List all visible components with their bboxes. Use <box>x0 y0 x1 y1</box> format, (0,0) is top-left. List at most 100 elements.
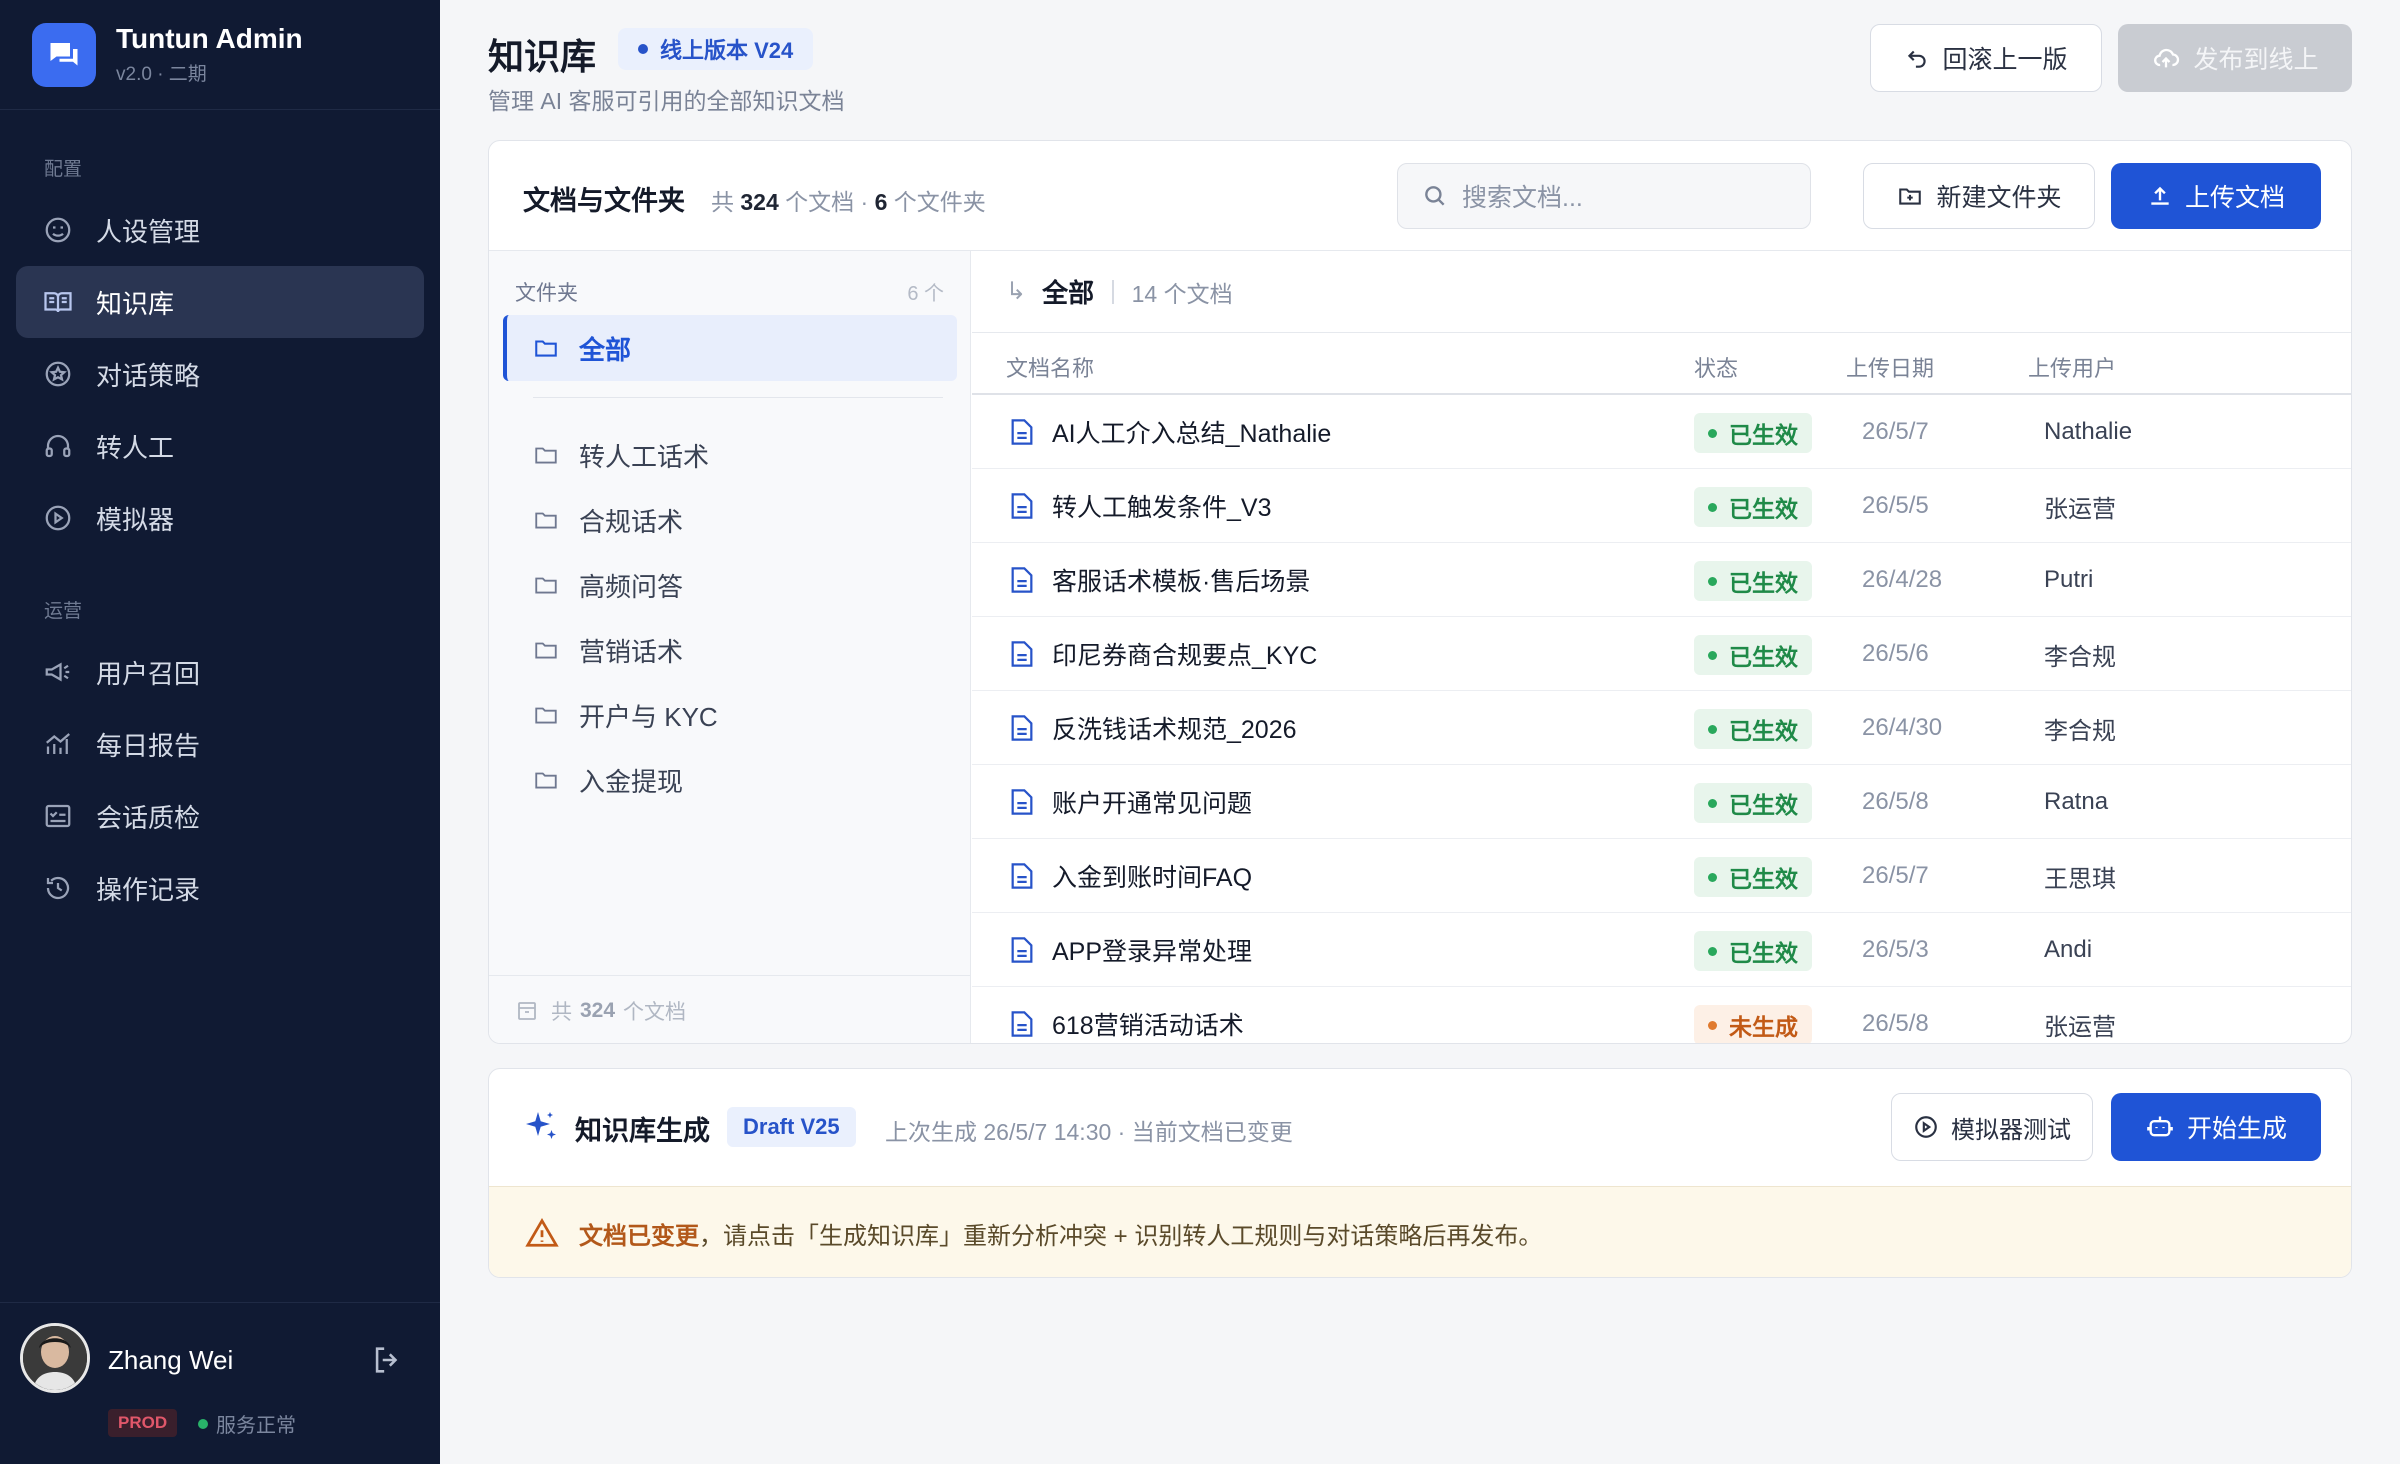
card-count: 共 324 个文档 · 6 个文件夹 <box>711 183 986 217</box>
folder-panel: 文件夹 6 个 全部 转人工话术 合规话术 高频问答 营销话术 开户与 KYC <box>489 251 971 1043</box>
table-header: 文档名称 状态 上传日期 上传用户 <box>972 333 2351 395</box>
sidebar-item-simulator[interactable]: 模拟器 <box>16 482 424 554</box>
folder-label: 全部 <box>579 334 632 365</box>
new-folder-label: 新建文件夹 <box>1936 184 2062 212</box>
column-status[interactable]: 状态 <box>1694 351 1738 383</box>
table-row[interactable]: 反洗钱话术规范_2026 已生效 26/4/30 李合规 <box>972 691 2351 765</box>
upload-date: 26/4/28 <box>1862 566 1943 593</box>
page-subtitle: 管理 AI 客服可引用的全部知识文档 <box>488 88 845 114</box>
status-badge: 已生效 <box>1694 561 1812 601</box>
status-label: 已生效 <box>1729 866 1798 892</box>
folder-item[interactable]: 开户与 KYC <box>503 685 957 745</box>
table-row[interactable]: 入金到账时间FAQ 已生效 26/5/7 王思琪 <box>972 839 2351 913</box>
folder-item[interactable]: 高频问答 <box>503 555 957 615</box>
footer-count: 324 <box>580 998 616 1022</box>
sidebar-item-history[interactable]: 操作记录 <box>16 852 424 924</box>
megaphone-icon <box>42 656 74 688</box>
warning-banner: 文档已变更 ，请点击「生成知识库」重新分析冲突 + 识别转人工规则与对话策略后再… <box>489 1187 2351 1277</box>
status-label: 已生效 <box>1729 496 1798 522</box>
sidebar-item-label: 转人工 <box>96 432 175 463</box>
section-label-ops: 运营 <box>44 601 83 622</box>
sidebar-item-label: 每日报告 <box>96 730 201 761</box>
nav-config: 人设管理 知识库 对话策略 转人工 模拟器 <box>16 194 424 554</box>
folder-item[interactable]: 入金提现 <box>503 750 957 810</box>
column-user[interactable]: 上传用户 <box>2028 351 2116 383</box>
persona-icon <box>42 214 74 246</box>
sidebar-item-daily-report[interactable]: 每日报告 <box>16 708 424 780</box>
env-badge: PROD <box>108 1409 178 1437</box>
sidebar-item-recall[interactable]: 用户召回 <box>16 636 424 708</box>
sidebar-item-label: 人设管理 <box>96 216 201 247</box>
sidebar-item-handoff[interactable]: 转人工 <box>16 410 424 482</box>
status-label: 已生效 <box>1729 940 1798 966</box>
doc-name: 转人工触发条件_V3 <box>1052 494 1272 522</box>
upload-user: 张运营 <box>2044 1013 2116 1041</box>
generation-header: 知识库生成 Draft V25 上次生成 26/5/7 14:30 · 当前文档… <box>489 1069 2351 1187</box>
folder-count: 6 <box>874 189 888 215</box>
nav-ops: 用户召回 每日报告 会话质检 操作记录 <box>16 636 424 924</box>
table-row[interactable]: 618营销活动话术 未生成 26/5/8 张运营 <box>972 987 2351 1043</box>
play-circle-icon <box>1913 1114 1939 1140</box>
sidebar-item-persona[interactable]: 人设管理 <box>16 194 424 266</box>
column-date[interactable]: 上传日期 <box>1846 351 1934 383</box>
folder-item[interactable]: 合规话术 <box>503 490 957 550</box>
column-name[interactable]: 文档名称 <box>1006 351 1094 383</box>
upload-date: 26/5/5 <box>1862 492 1929 519</box>
upload-date: 26/4/30 <box>1862 714 1943 741</box>
sidebar-item-knowledge[interactable]: 知识库 <box>16 266 424 338</box>
upload-user: Nathalie <box>2044 418 2133 445</box>
table-row[interactable]: APP登录异常处理 已生效 26/5/3 Andi <box>972 913 2351 987</box>
document-icon <box>1010 788 1034 816</box>
folder-icon <box>531 572 561 598</box>
upload-user: 王思琪 <box>2044 865 2116 893</box>
sidebar-item-qa[interactable]: 会话质检 <box>16 780 424 852</box>
upload-button[interactable]: 上传文档 <box>2111 163 2321 229</box>
upload-date: 26/5/6 <box>1862 640 1929 667</box>
service-status: 服务正常 <box>198 1409 296 1438</box>
section-label-config: 配置 <box>44 159 83 180</box>
search-input[interactable]: 搜索文档... <box>1397 163 1811 229</box>
table-row[interactable]: 转人工触发条件_V3 已生效 26/5/5 张运营 <box>972 469 2351 543</box>
table-row[interactable]: AI人工介入总结_Nathalie 已生效 26/5/7 Nathalie <box>972 395 2351 469</box>
brand-title: Tuntun Admin <box>116 23 303 54</box>
service-status-label: 服务正常 <box>216 1415 296 1437</box>
undo-icon <box>1904 45 1930 71</box>
folder-label: 合规话术 <box>579 506 684 537</box>
status-label: 已生效 <box>1729 792 1798 818</box>
status-badge: 已生效 <box>1694 931 1812 971</box>
status-badge: 已生效 <box>1694 709 1812 749</box>
simulator-test-button[interactable]: 模拟器测试 <box>1891 1093 2093 1161</box>
sidebar-item-strategy[interactable]: 对话策略 <box>16 338 424 410</box>
status-dot-icon <box>1708 576 1717 586</box>
avatar[interactable] <box>20 1323 90 1393</box>
checklist-icon <box>42 800 74 832</box>
rollback-button[interactable]: 回滚上一版 <box>1870 24 2102 92</box>
warning-icon <box>525 1218 559 1248</box>
robot-icon <box>2145 1113 2175 1141</box>
start-generate-button[interactable]: 开始生成 <box>2111 1093 2321 1161</box>
folder-label: 开户与 KYC <box>579 701 718 732</box>
table-row[interactable]: 印尼券商合规要点_KYC 已生效 26/5/6 李合规 <box>972 617 2351 691</box>
upload-user: 李合规 <box>2044 643 2116 671</box>
document-icon <box>1010 492 1034 520</box>
doc-name: 618营销活动话术 <box>1052 1012 1244 1040</box>
version-label: 线上版本 V24 <box>660 38 794 63</box>
table-row[interactable]: 账户开通常见问题 已生效 26/5/8 Ratna <box>972 765 2351 839</box>
publish-button[interactable]: 发布到线上 <box>2118 24 2352 92</box>
upload-user: Putri <box>2044 566 2094 593</box>
generation-info: 上次生成 26/5/7 14:30 · 当前文档已变更 <box>885 1119 1293 1145</box>
new-folder-button[interactable]: 新建文件夹 <box>1863 163 2095 229</box>
folder-item-all[interactable]: 全部 <box>503 315 957 381</box>
card-title: 文档与文件夹 <box>523 186 685 216</box>
star-circle-icon <box>42 358 74 390</box>
folder-plus-icon <box>1896 183 1924 209</box>
folder-item[interactable]: 转人工话术 <box>503 425 957 485</box>
cloud-upload-icon <box>2151 44 2181 72</box>
folder-item[interactable]: 营销话术 <box>503 620 957 680</box>
sidebar: Tuntun Admin v2.0 · 二期 配置 人设管理 知识库 对话策略 … <box>0 0 440 1464</box>
table-row[interactable]: 客服话术模板·售后场景 已生效 26/4/28 Putri <box>972 543 2351 617</box>
draft-badge: Draft V25 <box>727 1107 856 1147</box>
search-icon <box>1422 183 1448 209</box>
logout-icon[interactable] <box>370 1343 406 1379</box>
doc-name: 反洗钱话术规范_2026 <box>1052 716 1297 744</box>
